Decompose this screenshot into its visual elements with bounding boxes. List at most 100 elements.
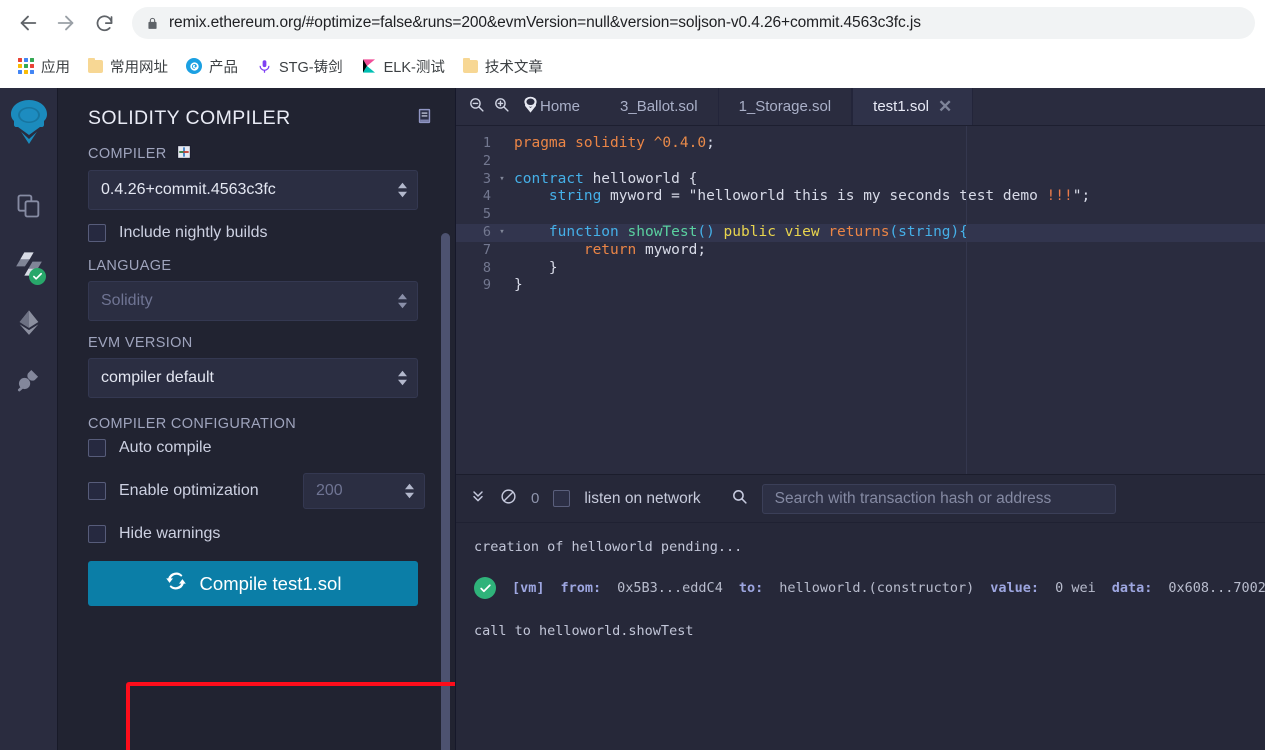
tab-3-ballot-sol[interactable]: 3_Ballot.sol bbox=[600, 88, 719, 125]
line-number: 5 bbox=[482, 206, 491, 223]
terminal-panel: 0 listen on network Search with transact… bbox=[456, 474, 1265, 750]
remix-logo-icon[interactable] bbox=[5, 96, 53, 153]
apps-grid-icon bbox=[18, 58, 34, 74]
zoom-out-icon[interactable] bbox=[468, 96, 485, 118]
log-line-transaction[interactable]: [vm] from: 0x5B3...eddC4 to: helloworld.… bbox=[474, 577, 1265, 599]
code-text: contract helloworld { bbox=[508, 171, 697, 189]
terminal-log: creation of helloworld pending... [vm] f… bbox=[456, 523, 1265, 750]
code-token: public bbox=[723, 223, 785, 240]
optimization-runs-input[interactable]: 200 bbox=[303, 473, 425, 509]
code-line[interactable]: 2 bbox=[456, 153, 1265, 171]
stepper-arrows-icon[interactable] bbox=[405, 483, 414, 499]
panel-header: SOLIDITY COMPILER bbox=[58, 88, 455, 145]
code-line[interactable]: 6 ▾ function showTest() public view retur… bbox=[456, 223, 1265, 242]
panel-scrollbar[interactable] bbox=[441, 233, 450, 750]
tab-home[interactable]: Home bbox=[518, 88, 600, 125]
compile-button[interactable]: Compile test1.sol bbox=[88, 561, 418, 606]
code-editor[interactable]: 1 pragma solidity ^0.4.0; 2 3 ▾ contract hell… bbox=[456, 126, 1265, 474]
sidebar-item-plugin-manager[interactable] bbox=[6, 353, 52, 411]
bookmark-product[interactable]: 产品 bbox=[178, 52, 246, 81]
compile-button-wrapper: Compile test1.sol bbox=[88, 561, 425, 614]
panel-body: COMPILER 0.4.26+commit.4563c3fc Include … bbox=[58, 145, 455, 614]
auto-compile-row[interactable]: Auto compile bbox=[88, 439, 425, 457]
line-number: 8 bbox=[482, 259, 491, 276]
address-bar[interactable]: remix.ethereum.org/#optimize=false&runs=… bbox=[132, 7, 1255, 39]
bookmark-folder-common-sites[interactable]: 常用网址 bbox=[80, 52, 176, 81]
search-icon[interactable] bbox=[731, 488, 748, 510]
compiler-configuration-label: COMPILER CONFIGURATION bbox=[88, 416, 297, 432]
close-icon[interactable]: ✕ bbox=[938, 97, 952, 117]
reload-button[interactable] bbox=[86, 5, 122, 41]
evm-version-select[interactable]: compiler default bbox=[88, 358, 418, 398]
zoom-in-icon[interactable] bbox=[493, 96, 510, 118]
terminal-search-input[interactable]: Search with transaction hash or address bbox=[761, 483, 1116, 514]
code-token: contract bbox=[514, 170, 593, 187]
folder-icon bbox=[88, 57, 103, 73]
log-line-pending: creation of helloworld pending... bbox=[474, 539, 743, 555]
code-line[interactable]: 7 return myword; bbox=[456, 242, 1265, 260]
language-select[interactable]: Solidity bbox=[88, 281, 418, 321]
include-nightly-checkbox[interactable] bbox=[88, 224, 106, 242]
chevrons-down-icon[interactable] bbox=[470, 488, 486, 509]
listen-on-network-label: listen on network bbox=[584, 489, 701, 507]
code-line[interactable]: 1 pragma solidity ^0.4.0; bbox=[456, 135, 1265, 153]
code-text: } bbox=[508, 277, 523, 295]
ban-circle-icon[interactable] bbox=[500, 488, 517, 510]
code-token: helloworld bbox=[592, 170, 689, 187]
language-field-label: LANGUAGE bbox=[88, 258, 172, 274]
code-line[interactable]: 4 string myword = "helloworld this is my… bbox=[456, 188, 1265, 206]
tx-data-label: data: bbox=[1111, 580, 1153, 596]
fold-arrow-icon[interactable]: ▾ bbox=[496, 224, 508, 242]
listen-on-network-checkbox[interactable] bbox=[553, 490, 571, 507]
sidebar-item-file-explorers[interactable] bbox=[6, 179, 52, 237]
plugin-manager-icon bbox=[15, 366, 42, 398]
code-token: myword bbox=[610, 188, 672, 205]
code-token: !!! bbox=[1046, 188, 1073, 205]
hide-warnings-checkbox[interactable] bbox=[88, 525, 106, 543]
tab-label: 3_Ballot.sol bbox=[620, 98, 698, 115]
lock-icon bbox=[146, 16, 159, 31]
tab-label: test1.sol bbox=[873, 98, 930, 115]
tx-value-value: 0 wei bbox=[1055, 580, 1096, 596]
tab-1-storage-sol[interactable]: 1_Storage.sol bbox=[719, 88, 853, 125]
bookmark-stg[interactable]: STG-铸剑 bbox=[248, 52, 351, 81]
evm-version-field-label: EVM VERSION bbox=[88, 335, 193, 351]
main-area: Home 3_Ballot.sol 1_Storage.sol test1.so… bbox=[456, 88, 1265, 750]
bookmark-apps[interactable]: 应用 bbox=[10, 52, 78, 81]
log-line-call: call to helloworld.showTest bbox=[474, 623, 694, 639]
evm-version-value: compiler default bbox=[101, 369, 214, 386]
code-token: myword bbox=[644, 241, 698, 258]
code-line[interactable]: 5 bbox=[456, 206, 1265, 224]
tx-data-value: 0x608...70029 bbox=[1168, 580, 1265, 596]
article-icon[interactable] bbox=[416, 106, 433, 131]
include-nightly-row[interactable]: Include nightly builds bbox=[88, 224, 425, 242]
code-token: ^0.4.0 bbox=[653, 135, 707, 151]
code-line[interactable]: 8 } bbox=[456, 260, 1265, 278]
bookmark-folder-tech-articles[interactable]: 技术文章 bbox=[455, 52, 551, 81]
compiler-version-select[interactable]: 0.4.26+commit.4563c3fc bbox=[88, 170, 418, 210]
fold-arrow-icon[interactable]: ▾ bbox=[496, 171, 508, 189]
plugin-icon-rail bbox=[0, 88, 58, 750]
sidebar-item-deploy-run[interactable] bbox=[6, 295, 52, 353]
code-token: ( bbox=[889, 223, 899, 240]
back-button[interactable] bbox=[10, 5, 46, 41]
code-line[interactable]: 9} bbox=[456, 277, 1265, 295]
enable-optimization-row[interactable]: Enable optimization 200 bbox=[88, 473, 425, 509]
code-token: } bbox=[514, 259, 558, 276]
code-lines[interactable]: 1 pragma solidity ^0.4.0; 2 3 ▾ contract hell… bbox=[456, 126, 1265, 295]
sidebar-item-solidity-compiler[interactable] bbox=[6, 237, 52, 295]
tab-test1-sol[interactable]: test1.sol ✕ bbox=[852, 88, 974, 125]
bookmark-label: 应用 bbox=[41, 59, 70, 76]
line-number: 2 bbox=[482, 152, 491, 169]
code-line[interactable]: 3 ▾ contract helloworld { bbox=[456, 171, 1265, 189]
enable-optimization-checkbox[interactable] bbox=[88, 482, 106, 500]
auto-compile-checkbox[interactable] bbox=[88, 439, 106, 457]
bookmark-elk[interactable]: ELK-测试 bbox=[353, 52, 453, 81]
add-custom-compiler-icon[interactable] bbox=[176, 145, 191, 163]
code-token: { bbox=[688, 170, 698, 187]
address-bar-url: remix.ethereum.org/#optimize=false&runs=… bbox=[169, 14, 921, 31]
forward-button[interactable] bbox=[48, 5, 84, 41]
code-token: return bbox=[583, 241, 645, 258]
hide-warnings-row[interactable]: Hide warnings bbox=[88, 525, 425, 543]
